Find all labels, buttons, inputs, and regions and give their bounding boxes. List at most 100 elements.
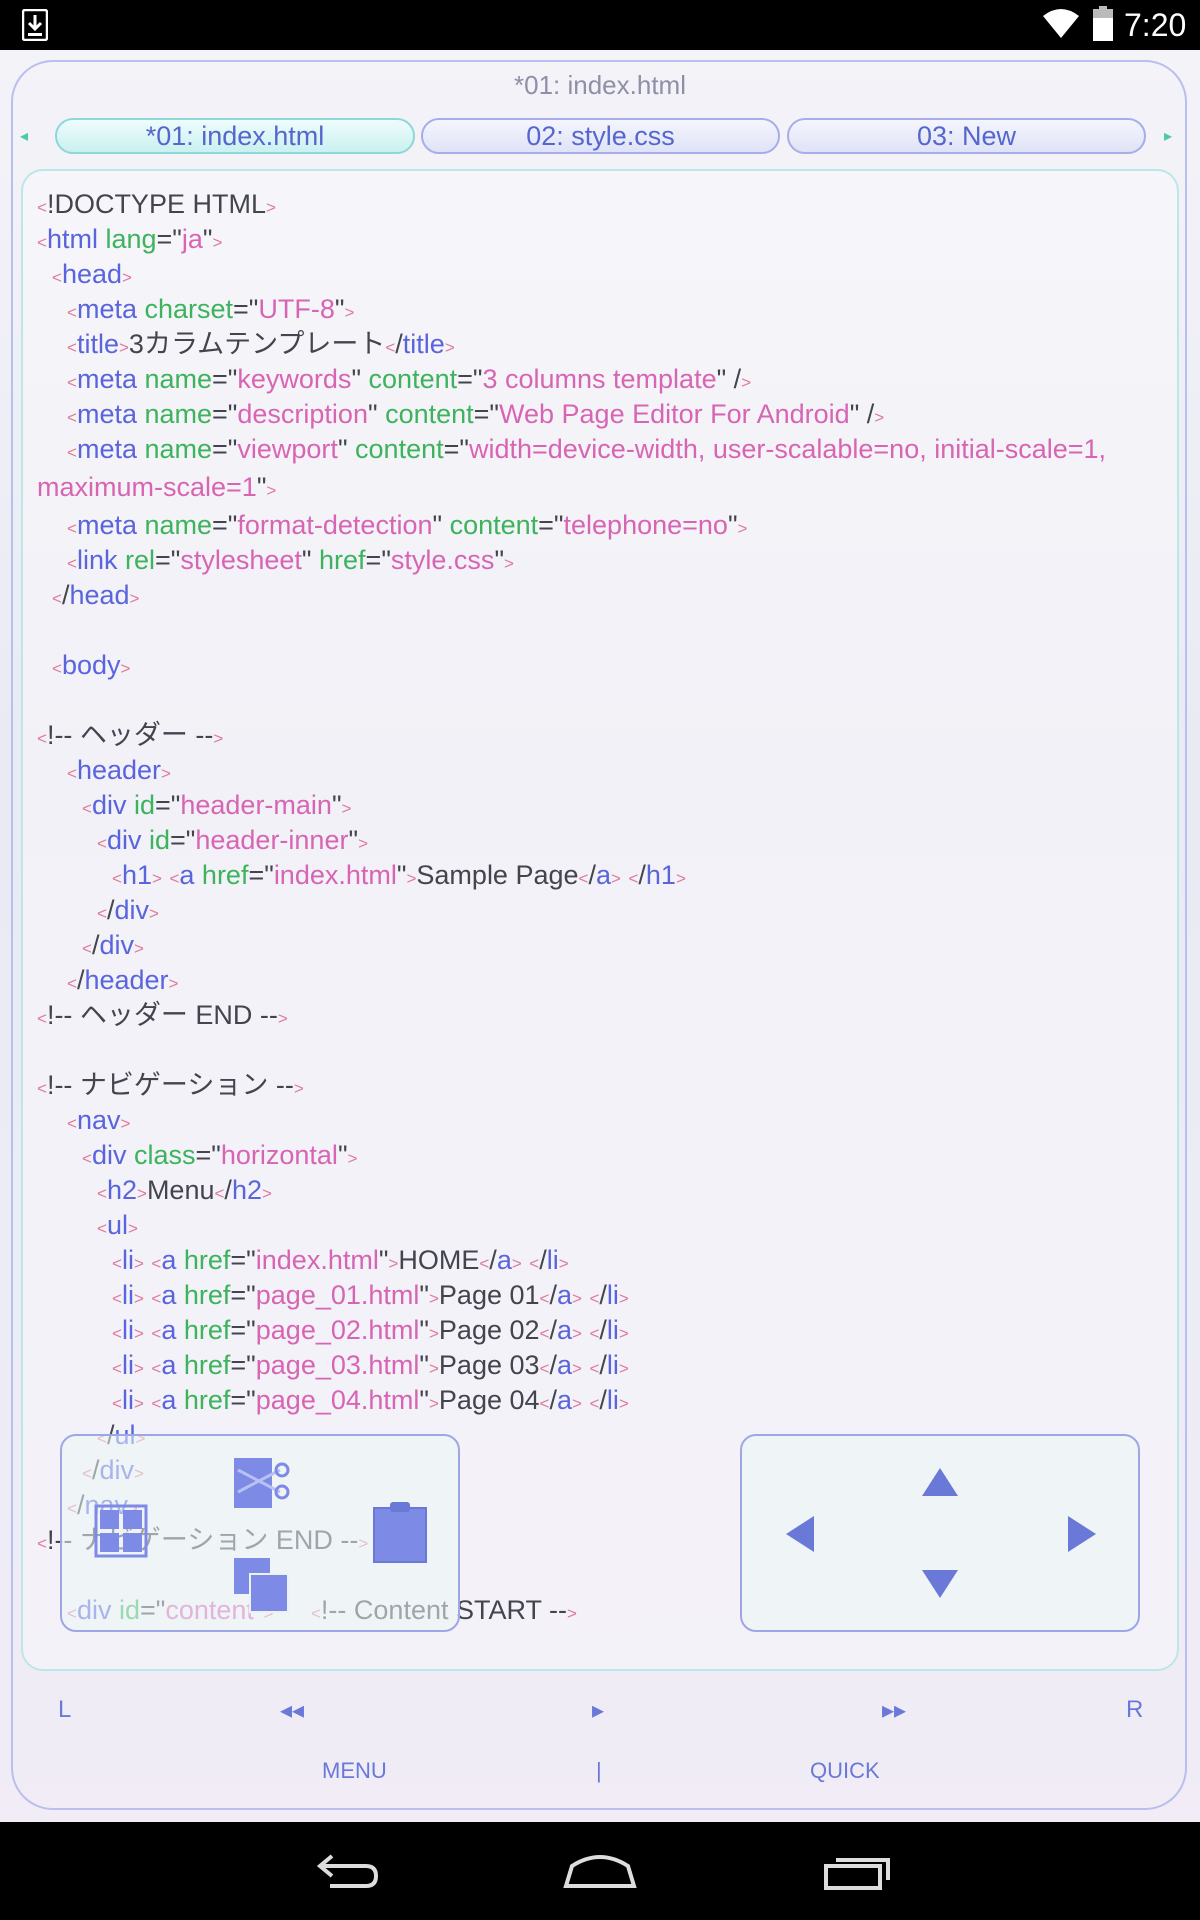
code-token: h2 <box>106 1175 137 1205</box>
code-token: < <box>151 1394 162 1413</box>
code-line[interactable]: <body> <box>37 648 1157 683</box>
code-line[interactable]: <li> <a href="page_03.html">Page 03</a> … <box>37 1348 1157 1383</box>
code-token: meta <box>76 364 145 394</box>
cursor-left-icon[interactable] <box>784 1514 816 1554</box>
code-line[interactable]: <title>3カラムテンプレート</title> <box>37 327 1157 362</box>
code-line[interactable] <box>37 613 1157 648</box>
code-token: > <box>675 869 686 888</box>
code-token: a <box>556 1350 572 1380</box>
code-line[interactable]: <div id="header-main"> <box>37 788 1157 823</box>
tab-scroll-left-icon[interactable]: ◂ <box>20 126 28 145</box>
code-line[interactable]: <h1> <a href="index.html">Sample Page</a… <box>37 858 1157 893</box>
code-token: < <box>589 1324 600 1343</box>
code-token: name <box>144 364 213 394</box>
code-token: < <box>67 519 77 538</box>
code-line[interactable]: <div class="horizontal"> <box>37 1138 1157 1173</box>
code-line[interactable]: <li> <a href="page_02.html">Page 02</a> … <box>37 1313 1157 1348</box>
code-line[interactable]: <meta name="viewport" content="width=dev… <box>37 432 1157 508</box>
tab-style-css[interactable]: 02: style.css <box>421 118 780 154</box>
select-all-icon[interactable] <box>94 1504 148 1558</box>
code-token: !DOCTYPE HTML <box>46 189 266 219</box>
code-token: < <box>82 1149 92 1168</box>
code-line[interactable]: <meta name="description" content="Web Pa… <box>37 397 1157 432</box>
code-token: > <box>737 519 748 538</box>
code-line[interactable]: <li> <a href="index.html">HOME</a> </li> <box>37 1243 1157 1278</box>
code-token: head <box>61 259 123 289</box>
page-back-button[interactable]: ◂◂ <box>280 1696 304 1725</box>
code-line[interactable]: </div> <box>37 893 1157 928</box>
code-token: < <box>589 1289 600 1308</box>
code-line[interactable]: <!-- ナビゲーション --> <box>37 1068 1157 1103</box>
code-token: > <box>293 1079 304 1098</box>
code-line[interactable]: <ul> <box>37 1208 1157 1243</box>
code-token: head <box>69 580 130 610</box>
code-line[interactable]: <!DOCTYPE HTML> <box>37 187 1157 222</box>
copy-icon[interactable] <box>232 1556 290 1614</box>
code-token: > <box>566 1604 577 1623</box>
code-token: > <box>152 869 162 888</box>
code-line[interactable]: </header> <box>37 963 1157 998</box>
code-line[interactable]: <header> <box>37 753 1157 788</box>
cursor-right-icon[interactable] <box>1066 1514 1098 1554</box>
code-token: content <box>449 510 539 540</box>
recent-apps-icon[interactable] <box>822 1852 892 1892</box>
code-token: a <box>556 1385 572 1415</box>
code-token: < <box>37 198 47 217</box>
code-token: =" <box>443 434 469 464</box>
tab-new[interactable]: 03: New <box>787 118 1146 154</box>
code-line[interactable]: <!-- ヘッダー END --> <box>37 998 1157 1033</box>
menu-button[interactable]: MENU <box>322 1758 387 1784</box>
code-line[interactable]: <!-- ヘッダー --> <box>37 718 1157 753</box>
code-token: href <box>183 1350 231 1380</box>
code-line[interactable]: <h2>Menu</h2> <box>37 1173 1157 1208</box>
code-token: > <box>428 1289 439 1308</box>
code-token: =" <box>156 224 182 254</box>
page-forward-button[interactable]: ▸▸ <box>882 1696 906 1725</box>
jump-line-start-button[interactable]: L <box>58 1696 71 1724</box>
code-line[interactable] <box>37 1033 1157 1068</box>
cut-scissors-icon[interactable] <box>232 1456 292 1510</box>
home-icon[interactable] <box>562 1852 638 1892</box>
code-token: < <box>67 764 77 783</box>
cursor-up-icon[interactable] <box>920 1466 960 1498</box>
code-token: > <box>120 1114 131 1133</box>
code-token: < <box>589 1359 600 1378</box>
code-token: < <box>112 1359 122 1378</box>
step-forward-button[interactable]: ▸ <box>592 1696 604 1725</box>
code-line[interactable]: <div id="header-inner"> <box>37 823 1157 858</box>
code-text[interactable]: <!DOCTYPE HTML> <html lang="ja"> <head> <… <box>37 187 1157 1628</box>
code-token: meta <box>76 434 145 464</box>
code-token: name <box>144 399 213 429</box>
code-token: > <box>444 338 455 357</box>
code-line[interactable]: </div> <box>37 928 1157 963</box>
cursor-down-icon[interactable] <box>920 1568 960 1600</box>
code-token: li <box>121 1385 134 1415</box>
code-line[interactable]: <head> <box>37 257 1157 292</box>
quick-button[interactable]: QUICK <box>810 1758 880 1784</box>
code-token: =" <box>212 364 238 394</box>
code-line[interactable]: </head> <box>37 578 1157 613</box>
code-token: =" <box>195 1140 221 1170</box>
code-line[interactable]: <html lang="ja"> <box>37 222 1157 257</box>
code-token: < <box>169 869 180 888</box>
back-icon[interactable] <box>310 1852 380 1892</box>
code-line[interactable] <box>37 683 1157 718</box>
paste-clipboard-icon[interactable] <box>372 1500 428 1564</box>
code-line[interactable]: <li> <a href="page_04.html">Page 04</a> … <box>37 1383 1157 1418</box>
code-token: a <box>161 1350 184 1380</box>
code-token: > <box>428 1324 439 1343</box>
code-line[interactable]: <link rel="stylesheet" href="style.css"> <box>37 543 1157 578</box>
code-token: =" <box>230 1315 256 1345</box>
tab-index-html[interactable]: *01: index.html <box>55 118 415 154</box>
tab-scroll-right-icon[interactable]: ▸ <box>1164 126 1172 145</box>
code-line[interactable]: <li> <a href="page_01.html">Page 01</a> … <box>37 1278 1157 1313</box>
code-line[interactable]: <meta name="format-detection" content="t… <box>37 508 1157 543</box>
code-line[interactable]: <meta name="keywords" content="3 columns… <box>37 362 1157 397</box>
code-token: / <box>549 1385 557 1415</box>
code-line[interactable]: <nav> <box>37 1103 1157 1138</box>
code-token: =" <box>212 434 238 464</box>
code-line[interactable]: <meta charset="UTF-8"> <box>37 292 1157 327</box>
jump-line-end-button[interactable]: R <box>1126 1696 1143 1724</box>
